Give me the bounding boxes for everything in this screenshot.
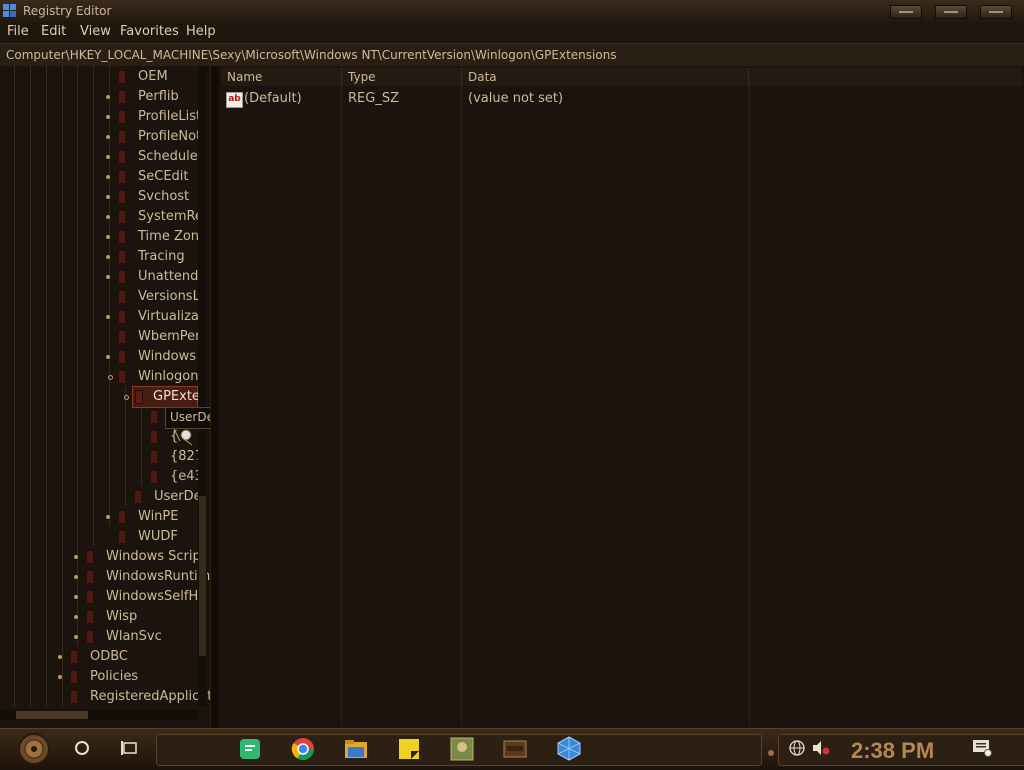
expand-icon[interactable]: [58, 655, 62, 659]
expand-icon[interactable]: [106, 275, 110, 279]
close-button[interactable]: [980, 5, 1012, 19]
tree-item-schedule[interactable]: Schedule: [0, 147, 198, 167]
tree-item-svchost[interactable]: Svchost: [0, 187, 198, 207]
expand-icon[interactable]: [106, 315, 110, 319]
maximize-button[interactable]: [935, 5, 967, 19]
tree-item-gpextensions-selected[interactable]: GPExte: [132, 386, 200, 408]
tree-item-versionsli[interactable]: VersionsLi: [0, 287, 203, 307]
value-data: (value not set): [468, 91, 564, 106]
value-row-default[interactable]: ab (Default) REG_SZ (value not set): [219, 89, 749, 109]
minimize-button[interactable]: [890, 5, 922, 19]
tree-item-wisp[interactable]: Wisp: [0, 607, 198, 627]
tree-item-guid-3[interactable]: {827: [0, 447, 203, 467]
menu-favorites[interactable]: Favorites: [120, 24, 179, 39]
expand-icon[interactable]: [106, 215, 110, 219]
tree-item-policies[interactable]: Policies: [0, 667, 198, 687]
expand-icon[interactable]: [74, 555, 78, 559]
tree-item-wudf[interactable]: WUDF: [0, 527, 198, 547]
notifications-icon[interactable]: [972, 739, 992, 757]
tree-item-windows-script[interactable]: Windows Script: [0, 547, 206, 567]
string-value-icon: ab: [226, 92, 243, 108]
tree-item-oem[interactable]: OEM: [0, 67, 198, 87]
menu-bar: File Edit View Favorites Help: [0, 22, 1024, 42]
tree-item-perflib[interactable]: Perflib: [0, 87, 198, 107]
column-header-type[interactable]: Type: [342, 68, 462, 86]
menu-help[interactable]: Help: [186, 24, 216, 39]
expand-icon[interactable]: [106, 135, 110, 139]
tree-item-wlansvc[interactable]: WlanSvc: [0, 627, 198, 647]
expand-icon[interactable]: [74, 575, 78, 579]
address-bar[interactable]: Computer\HKEY_LOCAL_MACHINE\Sexy\Microso…: [0, 43, 1024, 67]
expand-icon[interactable]: [106, 255, 110, 259]
expand-icon[interactable]: [106, 515, 110, 519]
network-globe-icon[interactable]: [789, 740, 805, 756]
tree-item-registeredapplications[interactable]: RegisteredApplicat: [0, 687, 210, 707]
expand-icon[interactable]: [58, 675, 62, 679]
task-view-icon[interactable]: [121, 740, 139, 756]
taskbar-clock[interactable]: 2:38 PM: [851, 738, 934, 764]
tree-item-guid-4[interactable]: {e43: [0, 467, 203, 487]
menu-view[interactable]: View: [80, 24, 111, 39]
column-header-data[interactable]: Data: [462, 68, 749, 86]
tree-item-guid-2[interactable]: {: [0, 427, 198, 447]
tree-item-userdefaults[interactable]: UserDe: [0, 487, 202, 507]
expand-icon[interactable]: [106, 95, 110, 99]
expand-icon[interactable]: [106, 235, 110, 239]
tree-item-virtualizat[interactable]: Virtualizat: [0, 307, 204, 327]
column-header-name[interactable]: Name: [221, 68, 342, 86]
tree-item-profilenoti[interactable]: ProfileNoti: [0, 127, 205, 147]
tree-item-winpe[interactable]: WinPE: [0, 507, 198, 527]
expand-icon[interactable]: [106, 175, 110, 179]
tree-item-windows[interactable]: Windows: [0, 347, 198, 367]
tree-item-tracing[interactable]: Tracing: [0, 247, 198, 267]
expand-icon[interactable]: [106, 355, 110, 359]
expand-icon[interactable]: [74, 635, 78, 639]
column-header-empty: [749, 68, 1022, 86]
volume-muted-icon[interactable]: [812, 740, 830, 756]
mouse-cursor-icon: [173, 428, 193, 446]
taskbar: 2:38 PM: [0, 728, 1024, 769]
tree-item-timezone[interactable]: Time Zone: [0, 227, 207, 247]
expand-icon[interactable]: [106, 155, 110, 159]
media-app-icon[interactable]: [450, 737, 474, 761]
show-hidden-icons-chevron-icon[interactable]: [766, 743, 776, 756]
sticky-notes-icon[interactable]: [397, 737, 421, 761]
menu-edit[interactable]: Edit: [41, 24, 66, 39]
expand-icon[interactable]: [106, 115, 110, 119]
tree-item-windowsruntime[interactable]: WindowsRuntim: [0, 567, 210, 587]
messaging-app-icon[interactable]: [238, 737, 262, 761]
menu-file[interactable]: File: [7, 24, 29, 39]
values-list[interactable]: Name Type Data ab (Default) REG_SZ (valu…: [219, 66, 1024, 728]
search-icon[interactable]: [74, 740, 90, 756]
tree-item-systemre[interactable]: SystemRe: [0, 207, 203, 227]
address-path[interactable]: Computer\HKEY_LOCAL_MACHINE\Sexy\Microso…: [6, 48, 617, 62]
clock-widget-icon[interactable]: [503, 737, 527, 761]
tree-item-wbemper[interactable]: WbemPer: [0, 327, 201, 347]
value-type: REG_SZ: [348, 91, 399, 106]
expand-icon[interactable]: [74, 615, 78, 619]
tree-vertical-scroll-thumb[interactable]: [199, 496, 206, 656]
tree-item-windowsselfhost[interactable]: WindowsSelfHo: [0, 587, 206, 607]
start-button[interactable]: [12, 732, 56, 766]
title-bar: Registry Editor: [0, 0, 1024, 23]
collapse-icon[interactable]: [108, 375, 113, 380]
registry-tree[interactable]: OEM Perflib ProfileList ProfileNoti Sche…: [0, 66, 210, 726]
collapse-icon[interactable]: [124, 395, 129, 400]
tree-horizontal-scroll-thumb[interactable]: [16, 711, 88, 719]
registry-editor-icon: [3, 4, 16, 17]
value-name: (Default): [244, 91, 302, 106]
window-title: Registry Editor: [23, 4, 112, 18]
3d-cube-app-icon[interactable]: [556, 735, 582, 761]
tree-item-secedit[interactable]: SeCEdit: [0, 167, 198, 187]
tree-item-winlogon[interactable]: Winlogon: [0, 367, 198, 387]
chrome-icon[interactable]: [291, 737, 315, 761]
expand-icon[interactable]: [74, 595, 78, 599]
tree-item-profilelist[interactable]: ProfileList: [0, 107, 201, 127]
tree-item-odbc[interactable]: ODBC: [0, 647, 198, 667]
file-explorer-icon[interactable]: [344, 737, 368, 761]
expand-icon[interactable]: [106, 195, 110, 199]
tree-item-unattends[interactable]: UnattendS: [0, 267, 207, 287]
